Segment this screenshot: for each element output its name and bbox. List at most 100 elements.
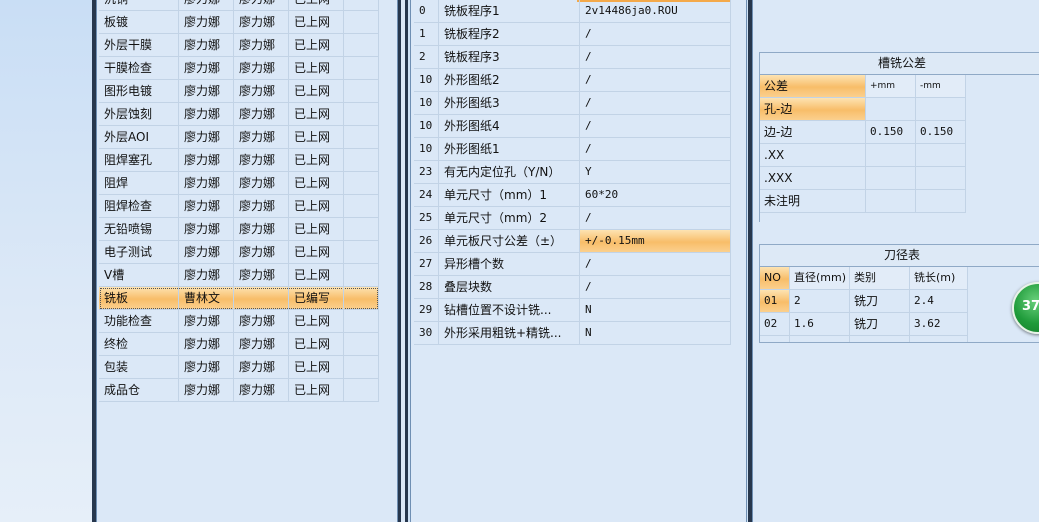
process-row[interactable]: 铣板 曹林文 已编写 xyxy=(99,287,379,310)
param-value[interactable]: / xyxy=(580,23,731,45)
param-value[interactable]: / xyxy=(580,207,731,229)
param-row[interactable]: 24 单元尺寸（mm）1 60*20 xyxy=(414,184,731,207)
process-cell-blank xyxy=(344,195,379,217)
window-background xyxy=(0,0,92,522)
tolerance-cell-plus[interactable] xyxy=(866,144,916,167)
param-row[interactable]: 10 外形图纸3/ xyxy=(414,92,731,115)
tolerance-cell-minus[interactable]: 0.150 xyxy=(916,121,966,144)
param-value[interactable]: 2v14486ja0.ROU xyxy=(580,0,731,22)
process-row[interactable]: 功能检查 廖力娜 廖力娜 已上网 xyxy=(99,310,379,333)
process-cell-c2: 廖力娜 xyxy=(234,172,289,194)
param-value[interactable]: / xyxy=(580,69,731,91)
param-name: 单元尺寸（mm）2 xyxy=(439,207,580,229)
param-row[interactable]: 28 叠层块数 / xyxy=(414,276,731,299)
param-value[interactable]: / xyxy=(580,253,731,275)
process-cell-blank xyxy=(344,34,379,56)
process-cell-status: 已编写 xyxy=(289,287,344,309)
tolerance-cell-minus[interactable] xyxy=(916,98,966,121)
process-cell-status: 已上网 xyxy=(289,379,344,401)
process-row[interactable]: 外层AOI 廖力娜 廖力娜 已上网 xyxy=(99,126,379,149)
param-row[interactable]: 26 单元板尺寸公差（±） +/-0.15mm xyxy=(414,230,731,253)
process-cell-blank xyxy=(344,172,379,194)
process-row[interactable]: 外层干膜 廖力娜 廖力娜 已上网 xyxy=(99,34,379,57)
param-row[interactable]: 2 铣板程序3/ xyxy=(414,46,731,69)
process-cell-c1: 廖力娜 xyxy=(179,11,234,33)
process-cell-name: 板镀 xyxy=(99,11,179,33)
param-row[interactable]: 10 外形图纸1/ xyxy=(414,138,731,161)
tolerance-cell-plus[interactable]: 0.150 xyxy=(866,121,916,144)
process-row[interactable]: 外层蚀刻 廖力娜 廖力娜 已上网 xyxy=(99,103,379,126)
process-cell-name: 阻焊塞孔 xyxy=(99,149,179,171)
tolerance-cell-minus[interactable] xyxy=(916,167,966,190)
tool-cell-len[interactable]: 3.62 xyxy=(910,313,968,336)
param-name: 外形采用粗铣+精铣... xyxy=(439,322,580,344)
tolerance-cell-minus[interactable] xyxy=(916,144,966,167)
tool-cell-no[interactable]: 01 xyxy=(760,290,790,313)
process-row[interactable]: 干膜检查 廖力娜 廖力娜 已上网 xyxy=(99,57,379,80)
tool-cell-no[interactable]: 02 xyxy=(760,313,790,336)
tolerance-cell-plus[interactable] xyxy=(866,167,916,190)
param-row[interactable]: 25 单元尺寸（mm）2/ xyxy=(414,207,731,230)
process-row[interactable]: 无铅喷锡 廖力娜 廖力娜 已上网 xyxy=(99,218,379,241)
param-value[interactable]: Y xyxy=(580,161,731,183)
tolerance-cell-plus[interactable] xyxy=(866,190,916,213)
process-cell-c1: 廖力娜 xyxy=(179,356,234,378)
tolerance-cell-label[interactable]: 孔-边 xyxy=(760,98,866,121)
tolerance-cell-label[interactable]: .XX xyxy=(760,144,866,167)
tolerance-cell-label[interactable]: 未注明 xyxy=(760,190,866,213)
tolerance-cell-minus[interactable] xyxy=(916,190,966,213)
process-row[interactable]: 包装 廖力娜 廖力娜 已上网 xyxy=(99,356,379,379)
process-row[interactable]: 电子测试 廖力娜 廖力娜 已上网 xyxy=(99,241,379,264)
process-cell-name: 阻焊检查 xyxy=(99,195,179,217)
param-value[interactable]: / xyxy=(580,92,731,114)
param-row[interactable]: 27 异形槽个数 / xyxy=(414,253,731,276)
process-cell-name: 图形电镀 xyxy=(99,80,179,102)
param-row[interactable]: 10 外形图纸4/ xyxy=(414,115,731,138)
process-row[interactable]: 阻焊塞孔 廖力娜 廖力娜 已上网 xyxy=(99,149,379,172)
tool-cell-type[interactable]: 铣刀 xyxy=(850,313,910,336)
param-row[interactable]: 30 外形采用粗铣+精铣... N xyxy=(414,322,731,345)
process-row[interactable]: 成品仓 廖力娜 廖力娜 已上网 xyxy=(99,379,379,402)
process-cell-blank xyxy=(344,103,379,125)
tolerance-cell-label[interactable]: .XXX xyxy=(760,167,866,190)
param-row[interactable]: 1 铣板程序2/ xyxy=(414,23,731,46)
process-cell-c1: 廖力娜 xyxy=(179,218,234,240)
param-row[interactable]: 10 外形图纸2/ xyxy=(414,69,731,92)
param-row[interactable]: 29 钻槽位置不设计铣... N xyxy=(414,299,731,322)
process-cell-blank xyxy=(344,264,379,286)
tool-cell-dia[interactable]: 1.6 xyxy=(790,313,850,336)
process-row[interactable]: 图形电镀 廖力娜 廖力娜 已上网 xyxy=(99,80,379,103)
param-value[interactable]: / xyxy=(580,276,731,298)
splitter-left-2[interactable] xyxy=(405,0,408,522)
param-no: 10 xyxy=(414,115,439,137)
process-cell-status: 已上网 xyxy=(289,195,344,217)
process-row[interactable]: V槽 廖力娜 廖力娜 已上网 xyxy=(99,264,379,287)
param-name: 叠层块数 xyxy=(439,276,580,298)
process-row[interactable]: 阻焊 廖力娜 廖力娜 已上网 xyxy=(99,172,379,195)
param-value[interactable]: / xyxy=(580,115,731,137)
tolerance-cell-label[interactable]: 边-边 xyxy=(760,121,866,144)
param-row[interactable]: 0 铣板程序1 2v14486ja0.ROU xyxy=(414,0,731,23)
process-row[interactable]: 阻焊检查 廖力娜 廖力娜 已上网 xyxy=(99,195,379,218)
param-value[interactable]: 60*20 xyxy=(580,184,731,206)
param-value[interactable]: N xyxy=(580,322,731,344)
process-row[interactable]: 终检 廖力娜 廖力娜 已上网 xyxy=(99,333,379,356)
process-row[interactable]: 沉铜廖力娜廖力娜已上网 xyxy=(99,0,379,11)
param-value[interactable]: / xyxy=(580,46,731,68)
tool-cell-len[interactable]: 2.4 xyxy=(910,290,968,313)
process-cell-blank xyxy=(344,310,379,332)
param-value[interactable]: N xyxy=(580,299,731,321)
process-cell-c2: 廖力娜 xyxy=(234,11,289,33)
param-no: 24 xyxy=(414,184,439,206)
tool-cell-dia[interactable]: 2 xyxy=(790,290,850,313)
tool-cell-empty xyxy=(790,336,850,342)
param-row[interactable]: 23 有无内定位孔（Y/N） Y xyxy=(414,161,731,184)
process-cell-blank xyxy=(344,0,379,10)
process-cell-status: 已上网 xyxy=(289,80,344,102)
tool-cell-type[interactable]: 铣刀 xyxy=(850,290,910,313)
process-row[interactable]: 板镀 廖力娜 廖力娜 已上网 xyxy=(99,11,379,34)
tolerance-cell-plus[interactable] xyxy=(866,98,916,121)
process-cell-name: 电子测试 xyxy=(99,241,179,263)
param-value[interactable]: +/-0.15mm xyxy=(580,230,731,252)
param-value[interactable]: / xyxy=(580,138,731,160)
